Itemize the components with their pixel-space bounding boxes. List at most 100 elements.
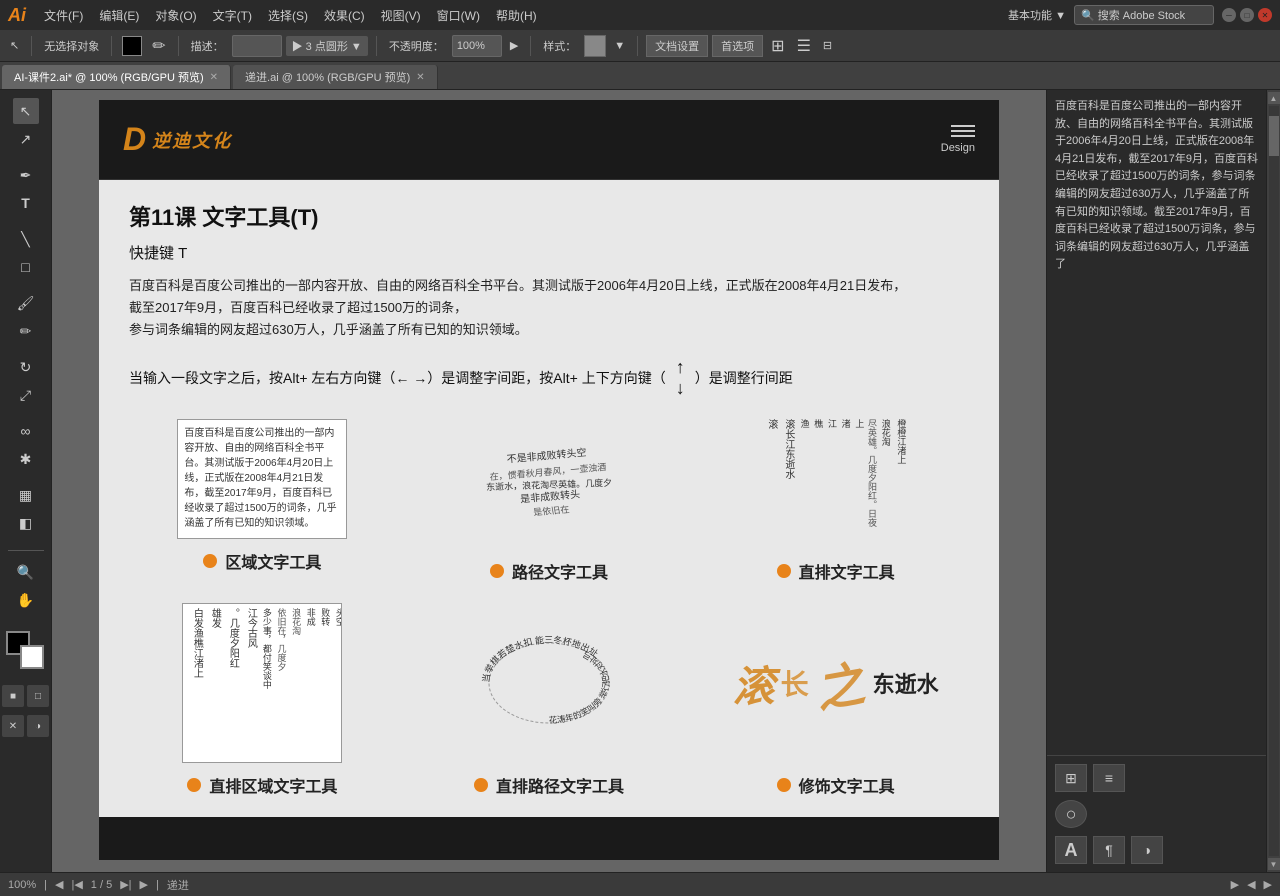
nav-next-btn[interactable]: ▶ — [140, 878, 148, 891]
blend-btn[interactable]: ∞ — [13, 418, 39, 444]
selection-tool-btn[interactable]: ↖ — [13, 98, 39, 124]
minimize-button[interactable]: ─ — [1222, 8, 1236, 22]
right-glyph-icon[interactable]: ◑ — [1131, 836, 1163, 864]
scroll-up-btn[interactable]: ▲ — [1268, 92, 1280, 104]
scroll-track[interactable] — [1269, 106, 1279, 856]
gradient-btn[interactable]: ◧ — [13, 510, 39, 536]
no-fill-btn[interactable]: ✕ — [2, 715, 24, 737]
align-icon[interactable]: ⊞ — [767, 36, 788, 56]
dot-icon-2 — [490, 564, 504, 578]
brush-icon[interactable]: ✏ — [148, 36, 169, 56]
play-btn[interactable]: ▶ — [1231, 878, 1239, 891]
status-sep-2: | — [156, 879, 159, 891]
menu-type[interactable]: 文字(T) — [205, 0, 260, 30]
style-arrow[interactable]: ▼ — [610, 40, 629, 52]
right-transform-icon[interactable]: ⊞ — [1055, 764, 1087, 792]
doc-header: D 逆迪文化 Design — [99, 100, 999, 180]
shape-tool-btn[interactable]: □ — [13, 254, 39, 280]
points-selector[interactable]: ▶ 3 点圆形 ▼ — [286, 36, 368, 56]
sort-icon[interactable]: ☰ — [793, 36, 815, 56]
menu-bar: Ai 文件(F) 编辑(E) 对象(O) 文字(T) 选择(S) 效果(C) 视… — [0, 0, 1280, 30]
dot-icon-3 — [777, 564, 791, 578]
vertical-area-demo: 白发渔樵江渚上 雄发 。几度夕阳红 江今古风 多少事，都付笑谈中 依旧在，几度夕… — [129, 603, 396, 797]
dot-icon — [203, 554, 217, 568]
main-area: ↖ ↗ ✒ T ╲ □ 🖌 ✏ ↻ ⤢ ∞ ✱ ▦ ◧ 🔍 ✋ — [0, 90, 1280, 872]
scroll-down-btn[interactable]: ▼ — [1268, 858, 1280, 870]
direct-selection-btn[interactable]: ↗ — [13, 126, 39, 152]
graph-btn[interactable]: ▦ — [13, 482, 39, 508]
pen-tool-btn[interactable]: ✒ — [13, 162, 39, 188]
style-swatch[interactable] — [584, 35, 606, 57]
blend-input[interactable] — [232, 35, 282, 57]
right-tool-row-1: ⊞ ≡ — [1055, 764, 1258, 792]
doc-settings-button[interactable]: 文档设置 — [646, 35, 708, 57]
right-type-icon[interactable]: A — [1055, 836, 1087, 864]
hand-btn[interactable]: ✋ — [13, 587, 39, 613]
color-swatch[interactable] — [122, 36, 142, 56]
menu-help[interactable]: 帮助(H) — [488, 0, 545, 30]
blend-label: 描述： — [187, 38, 228, 54]
right-circle-icon[interactable]: ○ — [1055, 800, 1087, 828]
background-color[interactable] — [20, 645, 44, 669]
close-button[interactable]: ✕ — [1258, 8, 1272, 22]
logo-icon: D — [123, 121, 146, 158]
right-align-icon[interactable]: ≡ — [1093, 764, 1125, 792]
adobe-stock-search[interactable]: 🔍 搜索 Adobe Stock — [1074, 5, 1214, 25]
symbol-btn[interactable]: ✱ — [13, 446, 39, 472]
menu-view[interactable]: 视图(V) — [373, 0, 429, 30]
selection-tool[interactable]: ↖ — [6, 39, 23, 52]
menu-effect[interactable]: 效果(C) — [316, 0, 373, 30]
scroll-thumb[interactable] — [1269, 116, 1279, 156]
description-text: 百度百科是百度公司推出的一部内容开放、自由的网络百科全书平台。其测试版于2006… — [129, 275, 969, 341]
dot-icon-5 — [474, 778, 488, 792]
line-tool-btn[interactable]: ╲ — [13, 226, 39, 252]
right-panel-tools: ⊞ ≡ ○ A ¶ ◑ — [1047, 756, 1266, 872]
dot-icon-4 — [187, 778, 201, 792]
toolbar: ↖ 无选择对象 ✏ 描述： ▶ 3 点圆形 ▼ 不透明度： ▶ 样式： ▼ 文档… — [0, 30, 1280, 62]
nav-prev-btn[interactable]: ◀ — [55, 878, 63, 891]
fill-mode-btn[interactable]: ■ — [2, 685, 24, 707]
extra-icon[interactable]: ⊟ — [819, 39, 836, 52]
tab-0-close[interactable]: ✕ — [210, 72, 218, 83]
nav-last-btn[interactable]: ▶| — [120, 878, 131, 891]
preferences-button[interactable]: 首选项 — [712, 35, 763, 57]
right-para-icon[interactable]: ¶ — [1093, 836, 1125, 864]
no-selection-label: 无选择对象 — [40, 38, 103, 54]
dot-icon-6 — [777, 778, 791, 792]
tab-0[interactable]: AI-课件2.ai* @ 100% (RGB/GPU 预览) ✕ — [2, 65, 231, 89]
gradient-fill-btn[interactable]: ◑ — [27, 715, 49, 737]
opacity-label: 不透明度： — [385, 38, 448, 54]
menu-object[interactable]: 对象(O) — [147, 0, 204, 30]
tab-1-close[interactable]: ✕ — [416, 72, 424, 83]
maximize-button[interactable]: □ — [1240, 8, 1254, 22]
workspace-label: 基本功能 ▼ — [1008, 7, 1066, 23]
paintbrush-btn[interactable]: 🖌 — [13, 290, 39, 316]
tab-bar: AI-课件2.ai* @ 100% (RGB/GPU 预览) ✕ 递进.ai @… — [0, 62, 1280, 90]
key-instruction: 当输入一段文字之后，按Alt+ 左右方向键（← →）是调整字间距，按Alt+ 上… — [129, 357, 969, 399]
scrollbar: ▲ ▼ — [1266, 90, 1280, 872]
menu-select[interactable]: 选择(S) — [260, 0, 316, 30]
area-text-box: 百度百科是百度公司推出的一部内容开放、自由的网络百科全书平台。其测试版于2006… — [177, 419, 347, 539]
app-icon: Ai — [8, 5, 26, 26]
status-nav-right[interactable]: ▶ — [1264, 878, 1272, 891]
scale-btn[interactable]: ⤢ — [13, 382, 39, 408]
status-bar: 100% | ◀ |◀ 1 / 5 ▶| ▶ | 递进 ▶ ◀ ▶ — [0, 872, 1280, 896]
rotate-btn[interactable]: ↻ — [13, 354, 39, 380]
nav-first-btn[interactable]: |◀ — [71, 878, 82, 891]
left-tools-panel: ↖ ↗ ✒ T ╲ □ 🖌 ✏ ↻ ⤢ ∞ ✱ ▦ ◧ 🔍 ✋ — [0, 90, 52, 872]
opacity-arrow[interactable]: ▶ — [506, 39, 522, 52]
menu-file[interactable]: 文件(F) — [36, 0, 91, 30]
header-menu[interactable]: Design — [941, 125, 975, 154]
pencil-btn[interactable]: ✏ — [13, 318, 39, 344]
tab-1[interactable]: 递进.ai @ 100% (RGB/GPU 预览) ✕ — [233, 65, 438, 89]
stroke-mode-btn[interactable]: □ — [27, 685, 49, 707]
status-sep-1: | — [44, 879, 47, 891]
opacity-input[interactable] — [452, 35, 502, 57]
menu-edit[interactable]: 编辑(E) — [91, 0, 147, 30]
vertical-text-label: 直排文字工具 — [777, 559, 895, 583]
type-tool-btn[interactable]: T — [13, 190, 39, 216]
zoom-btn[interactable]: 🔍 — [13, 559, 39, 585]
menu-window[interactable]: 窗口(W) — [429, 0, 488, 30]
status-nav-left[interactable]: ◀ — [1247, 878, 1255, 891]
zoom-level: 100% — [8, 879, 36, 891]
